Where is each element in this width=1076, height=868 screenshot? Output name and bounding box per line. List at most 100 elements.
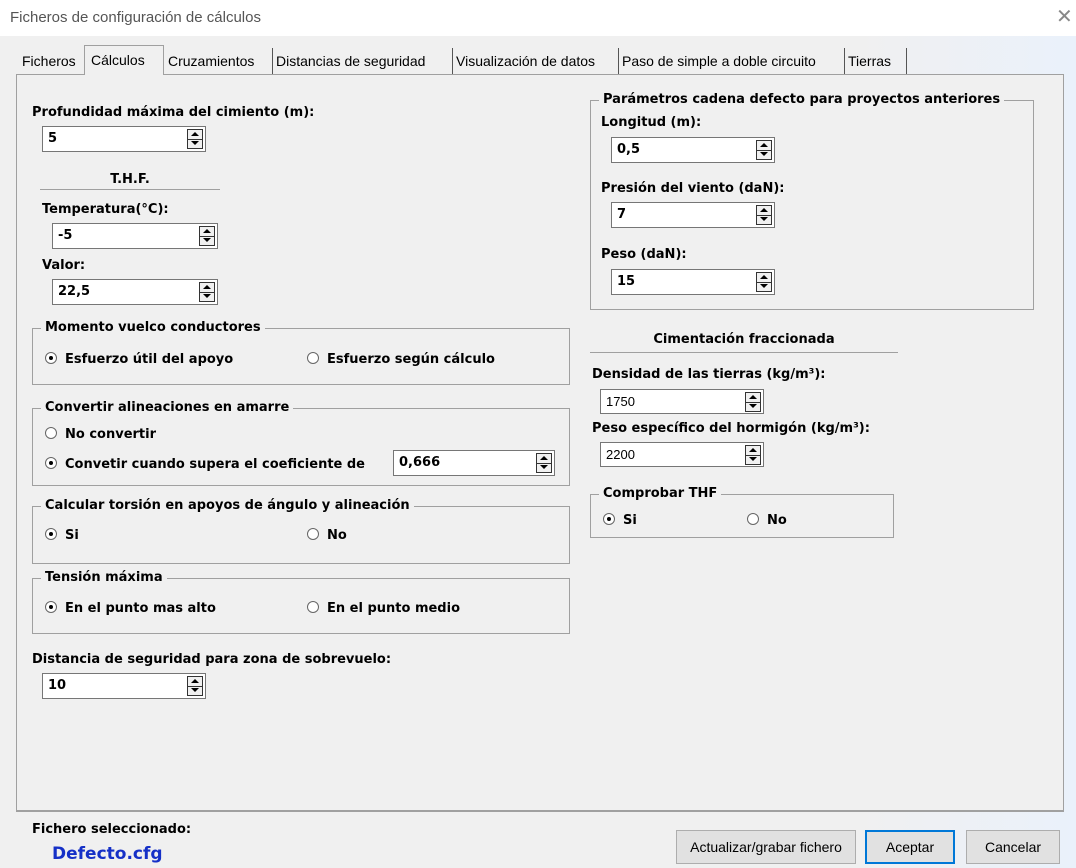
spin-buttons[interactable] [756,272,772,292]
torsion-radio-no[interactable]: No [307,528,347,543]
torsion-radio-si[interactable]: Si [45,528,79,543]
spin-buttons[interactable] [745,392,761,412]
presion-value: 7 [617,207,627,222]
cimentacion-header: Cimentación fraccionada [653,332,835,347]
spin-buttons[interactable] [745,445,761,465]
momento-group: Momento vuelco conductores Esfuerzo útil… [32,320,570,385]
momento-opt2-label: Esfuerzo según cálculo [327,352,495,367]
torsion-opt2-label: No [327,528,347,543]
tab-cruzamientos[interactable]: Cruzamientos [162,48,273,74]
thf-header: T.H.F. [110,172,150,187]
tension-radio-alto[interactable]: En el punto mas alto [45,601,216,616]
spin-buttons[interactable] [756,205,772,225]
spin-down-icon[interactable] [200,292,214,301]
radio-unchecked-icon [307,528,319,540]
tab-calculos[interactable]: Cálculos [84,45,164,75]
profundidad-label: Profundidad máxima del cimiento (m): [32,105,315,120]
profundidad-spinner[interactable]: 5 [42,126,206,152]
spin-buttons[interactable] [536,453,552,473]
convertir-title: Convertir alineaciones en amarre [41,400,294,415]
peso-cadena-value: 15 [617,274,636,289]
cadena-group: Parámetros cadena defecto para proyectos… [590,92,1034,310]
radio-checked-icon [45,528,57,540]
torsion-opt1-label: Si [65,528,79,543]
longitud-spinner[interactable]: 0,5 [611,137,775,163]
profundidad-value: 5 [48,131,58,146]
presion-spinner[interactable]: 7 [611,202,775,228]
cimentacion-divider [590,352,898,353]
torsion-title: Calcular torsión en apoyos de ángulo y a… [41,498,414,513]
longitud-value: 0,5 [617,142,641,157]
spin-buttons[interactable] [199,226,215,246]
spin-down-icon[interactable] [757,282,771,291]
window-title: Ficheros de configuración de cálculos [10,9,261,26]
temperatura-value: -5 [58,228,73,243]
thf-divider [40,189,220,190]
spin-down-icon[interactable] [200,236,214,245]
comprobar-thf-group: Comprobar THF Si No [590,486,894,538]
tension-title: Tensión máxima [41,570,167,585]
valor-spinner[interactable]: 22,5 [52,279,218,305]
valor-value: 22,5 [58,284,91,299]
thf-radio-si[interactable]: Si [603,513,637,528]
spin-buttons[interactable] [199,282,215,302]
distancia-spinner[interactable]: 10 [42,673,206,699]
spin-buttons[interactable] [187,129,203,149]
coeficiente-spinner[interactable]: 0,666 [393,450,555,476]
tension-radio-medio[interactable]: En el punto medio [307,601,460,616]
tension-opt2-label: En el punto medio [327,601,461,616]
selected-file-name: Defecto.cfg [52,844,163,864]
thf-opt2-label: No [767,513,787,528]
config-dialog: Ficheros de configuración de cálculos ✕ … [0,0,1076,868]
presion-label: Presión del viento (daN): [601,181,785,196]
footer-divider [16,810,1064,812]
tension-group: Tensión máxima En el punto mas alto En e… [32,570,570,634]
tab-ficheros[interactable]: Ficheros [16,48,87,74]
densidad-value: 1750 [606,394,635,409]
radio-unchecked-icon [747,513,759,525]
peso-cadena-spinner[interactable]: 15 [611,269,775,295]
spin-down-icon[interactable] [746,455,760,464]
longitud-label: Longitud (m): [601,115,702,130]
radio-unchecked-icon [307,601,319,613]
convertir-opt1-label: No convertir [65,427,157,442]
cancel-button[interactable]: Cancelar [966,830,1060,864]
tab-visualizacion[interactable]: Visualización de datos [450,48,619,74]
tab-paso-circuito[interactable]: Paso de simple a doble circuito [616,48,845,74]
densidad-spinner[interactable]: 1750 [600,389,764,414]
spin-down-icon[interactable] [188,686,202,695]
thf-radio-no[interactable]: No [747,513,787,528]
temperatura-label: Temperatura(°C): [42,202,169,217]
convertir-radio-coef[interactable]: Convetir cuando supera el coeficiente de [45,457,365,472]
spin-buttons[interactable] [756,140,772,160]
spin-down-icon[interactable] [188,139,202,148]
convertir-radio-no[interactable]: No convertir [45,427,156,442]
accept-button[interactable]: Aceptar [865,830,955,864]
radio-checked-icon [45,352,57,364]
spin-buttons[interactable] [187,676,203,696]
convertir-opt2-label: Convetir cuando supera el coeficiente de [65,457,366,472]
radio-checked-icon [45,601,57,613]
spin-down-icon[interactable] [746,402,760,411]
momento-radio-util[interactable]: Esfuerzo útil del apoyo [45,352,233,367]
peso-hormigon-spinner[interactable]: 2200 [600,442,764,467]
peso-hormigon-label: Peso específico del hormigón (kg/m³): [592,421,870,436]
close-icon[interactable]: ✕ [1056,4,1073,28]
torsion-group: Calcular torsión en apoyos de ángulo y a… [32,498,570,564]
temperatura-spinner[interactable]: -5 [52,223,218,249]
momento-radio-calculo[interactable]: Esfuerzo según cálculo [307,352,495,367]
spin-down-icon[interactable] [757,215,771,224]
tension-opt1-label: En el punto mas alto [65,601,216,616]
radio-unchecked-icon [45,427,57,439]
radio-checked-icon [603,513,615,525]
radio-checked-icon [45,457,57,469]
tab-distancias[interactable]: Distancias de seguridad [270,48,453,74]
tab-tierras[interactable]: Tierras [842,48,907,74]
distancia-label: Distancia de seguridad para zona de sobr… [32,652,392,667]
spin-down-icon[interactable] [537,463,551,472]
update-file-button[interactable]: Actualizar/grabar fichero [676,830,856,864]
peso-cadena-label: Peso (daN): [601,247,687,262]
spin-down-icon[interactable] [757,150,771,159]
cadena-title: Parámetros cadena defecto para proyectos… [599,92,1005,107]
valor-label: Valor: [42,258,86,273]
